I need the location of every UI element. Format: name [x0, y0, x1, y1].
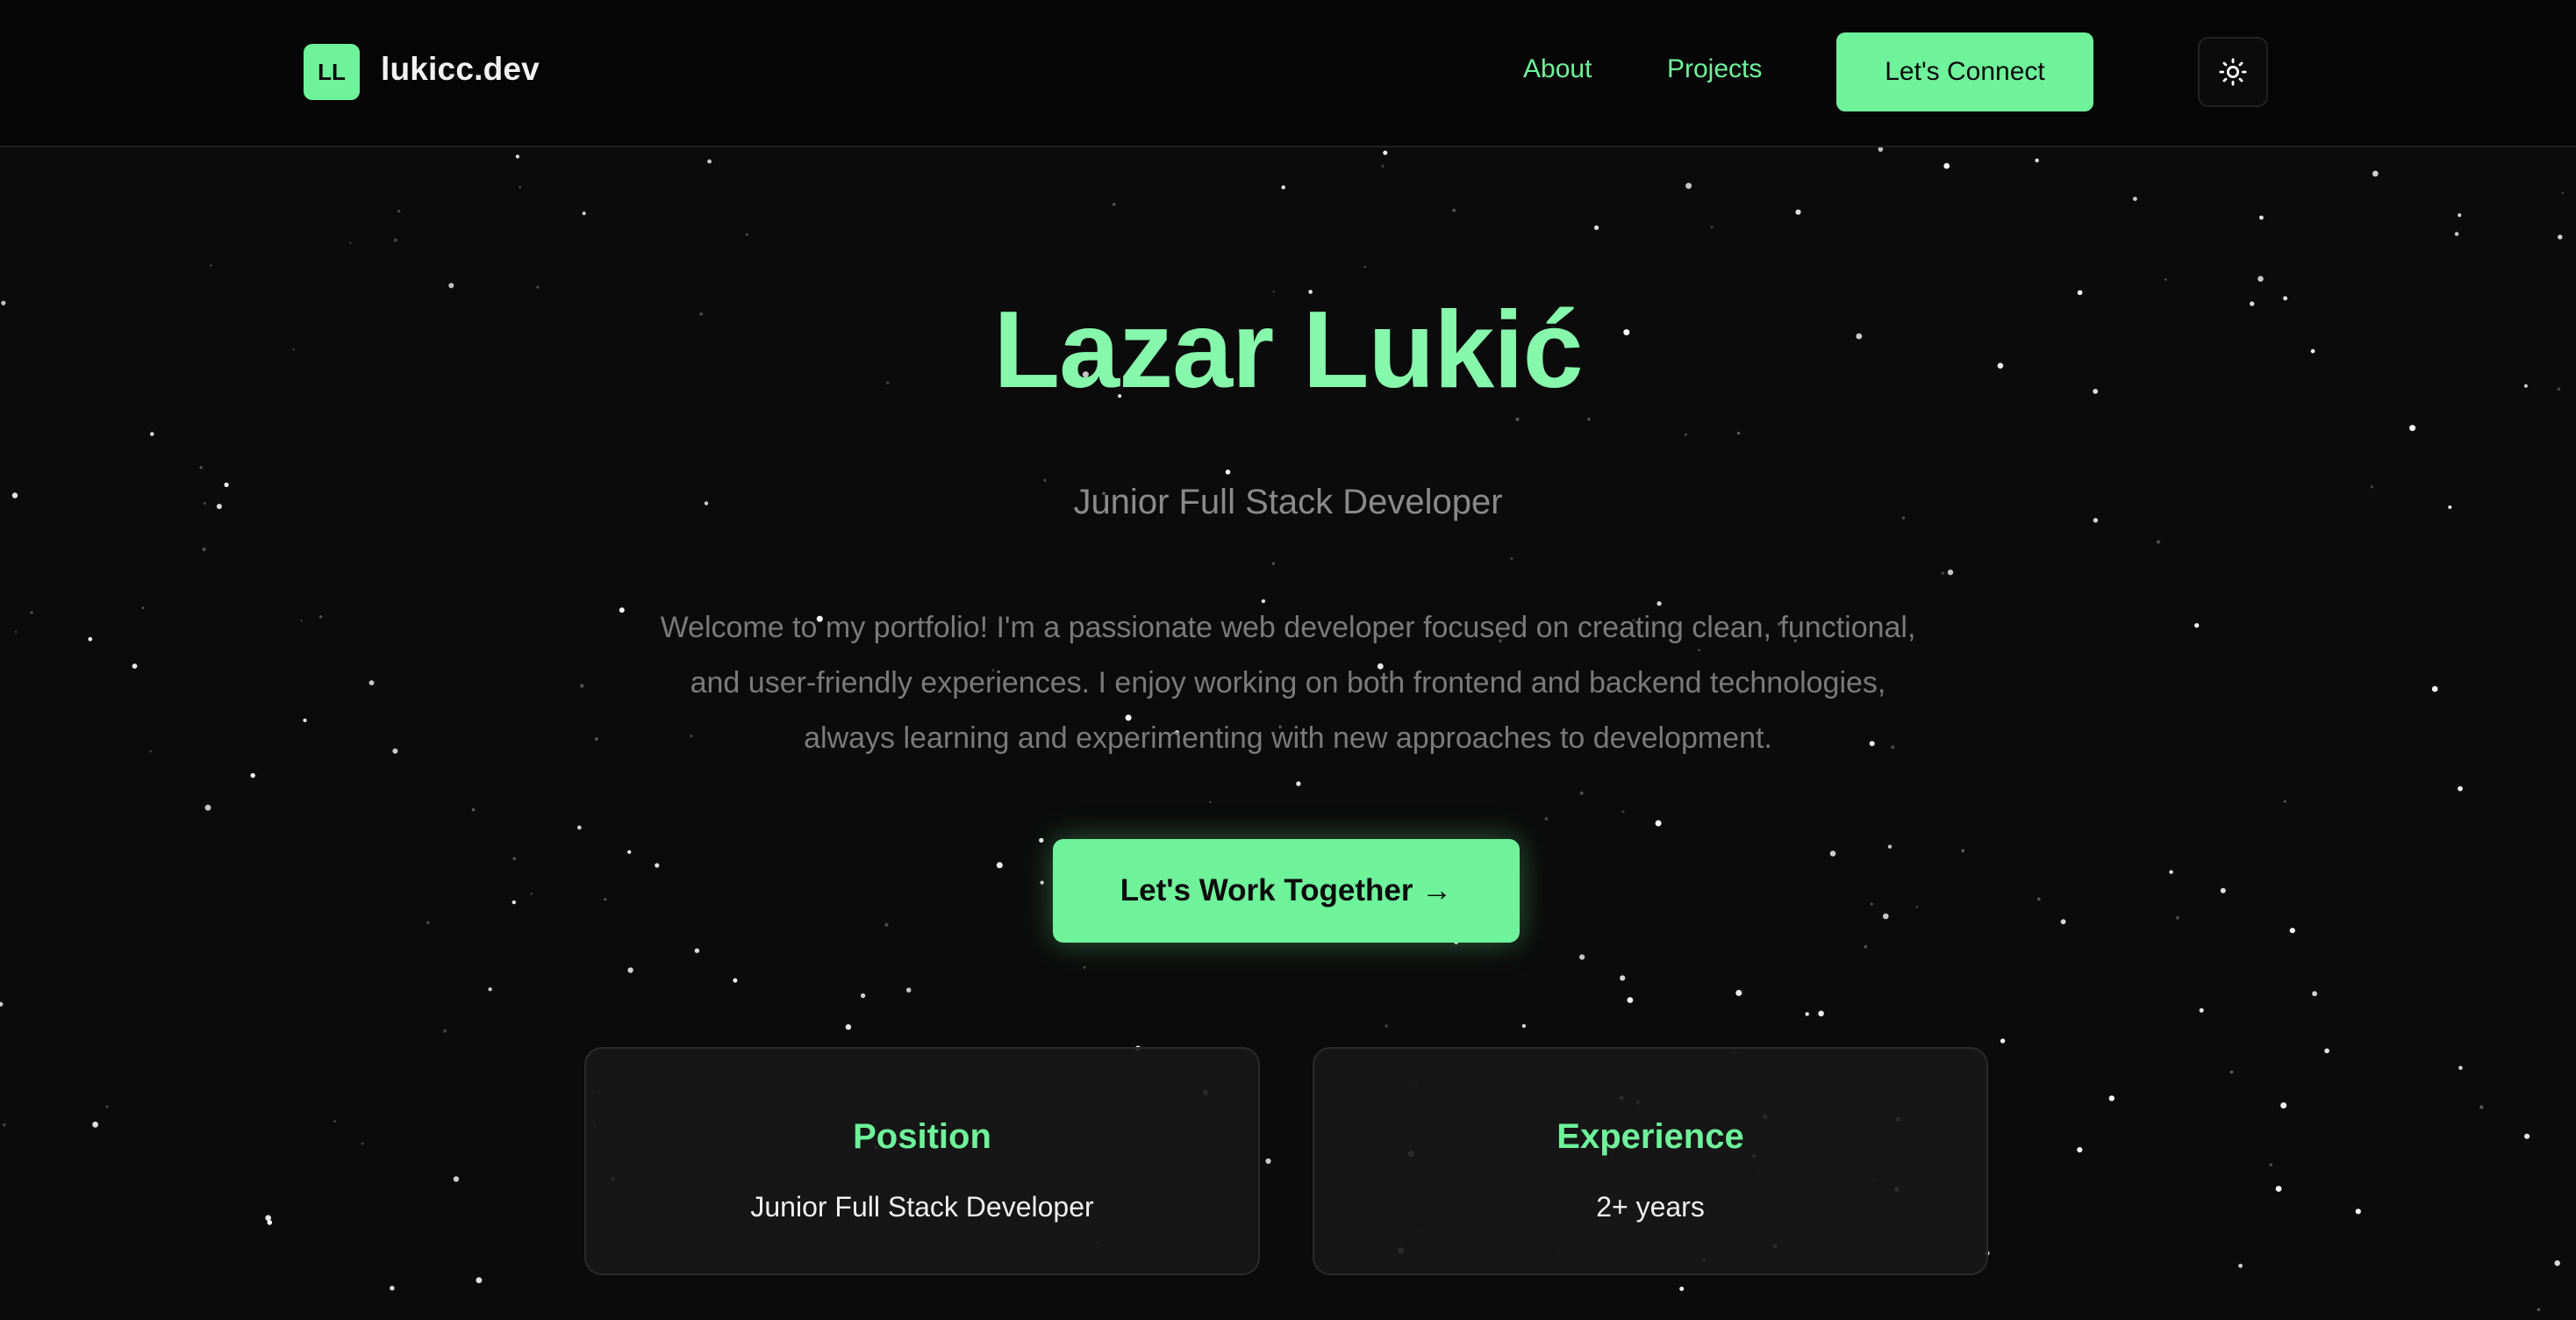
theme-toggle-button[interactable] — [2198, 37, 2268, 107]
hero-section: Lazar Lukić Junior Full Stack Developer … — [0, 147, 2576, 1320]
sun-icon — [2219, 58, 2247, 86]
card-title: Position — [853, 1117, 991, 1156]
work-together-button[interactable]: Let's Work Together → — [1053, 839, 1520, 943]
site-name[interactable]: lukicc.dev — [381, 51, 540, 88]
hero-name: Lazar Lukić — [993, 290, 1583, 411]
experience-card: Experience 2+ years — [1313, 1047, 1988, 1275]
card-title: Experience — [1556, 1117, 1744, 1156]
nav-link-about[interactable]: About — [1523, 54, 1592, 84]
position-card: Position Junior Full Stack Developer — [584, 1047, 1260, 1275]
logo-badge[interactable]: LL — [304, 44, 360, 100]
site-header: LL lukicc.dev About Projects Let's Conne… — [0, 0, 2576, 147]
lets-connect-button[interactable]: Let's Connect — [1836, 32, 2093, 111]
hero-bio: Welcome to my portfolio! I'm a passionat… — [660, 611, 1916, 755]
hero-role: Junior Full Stack Developer — [1073, 483, 1503, 521]
card-value: 2+ years — [1596, 1191, 1705, 1223]
portfolio-page: LL lukicc.dev About Projects Let's Conne… — [0, 0, 2576, 1320]
card-value: Junior Full Stack Developer — [750, 1191, 1094, 1223]
nav-link-projects[interactable]: Projects — [1667, 54, 1762, 84]
